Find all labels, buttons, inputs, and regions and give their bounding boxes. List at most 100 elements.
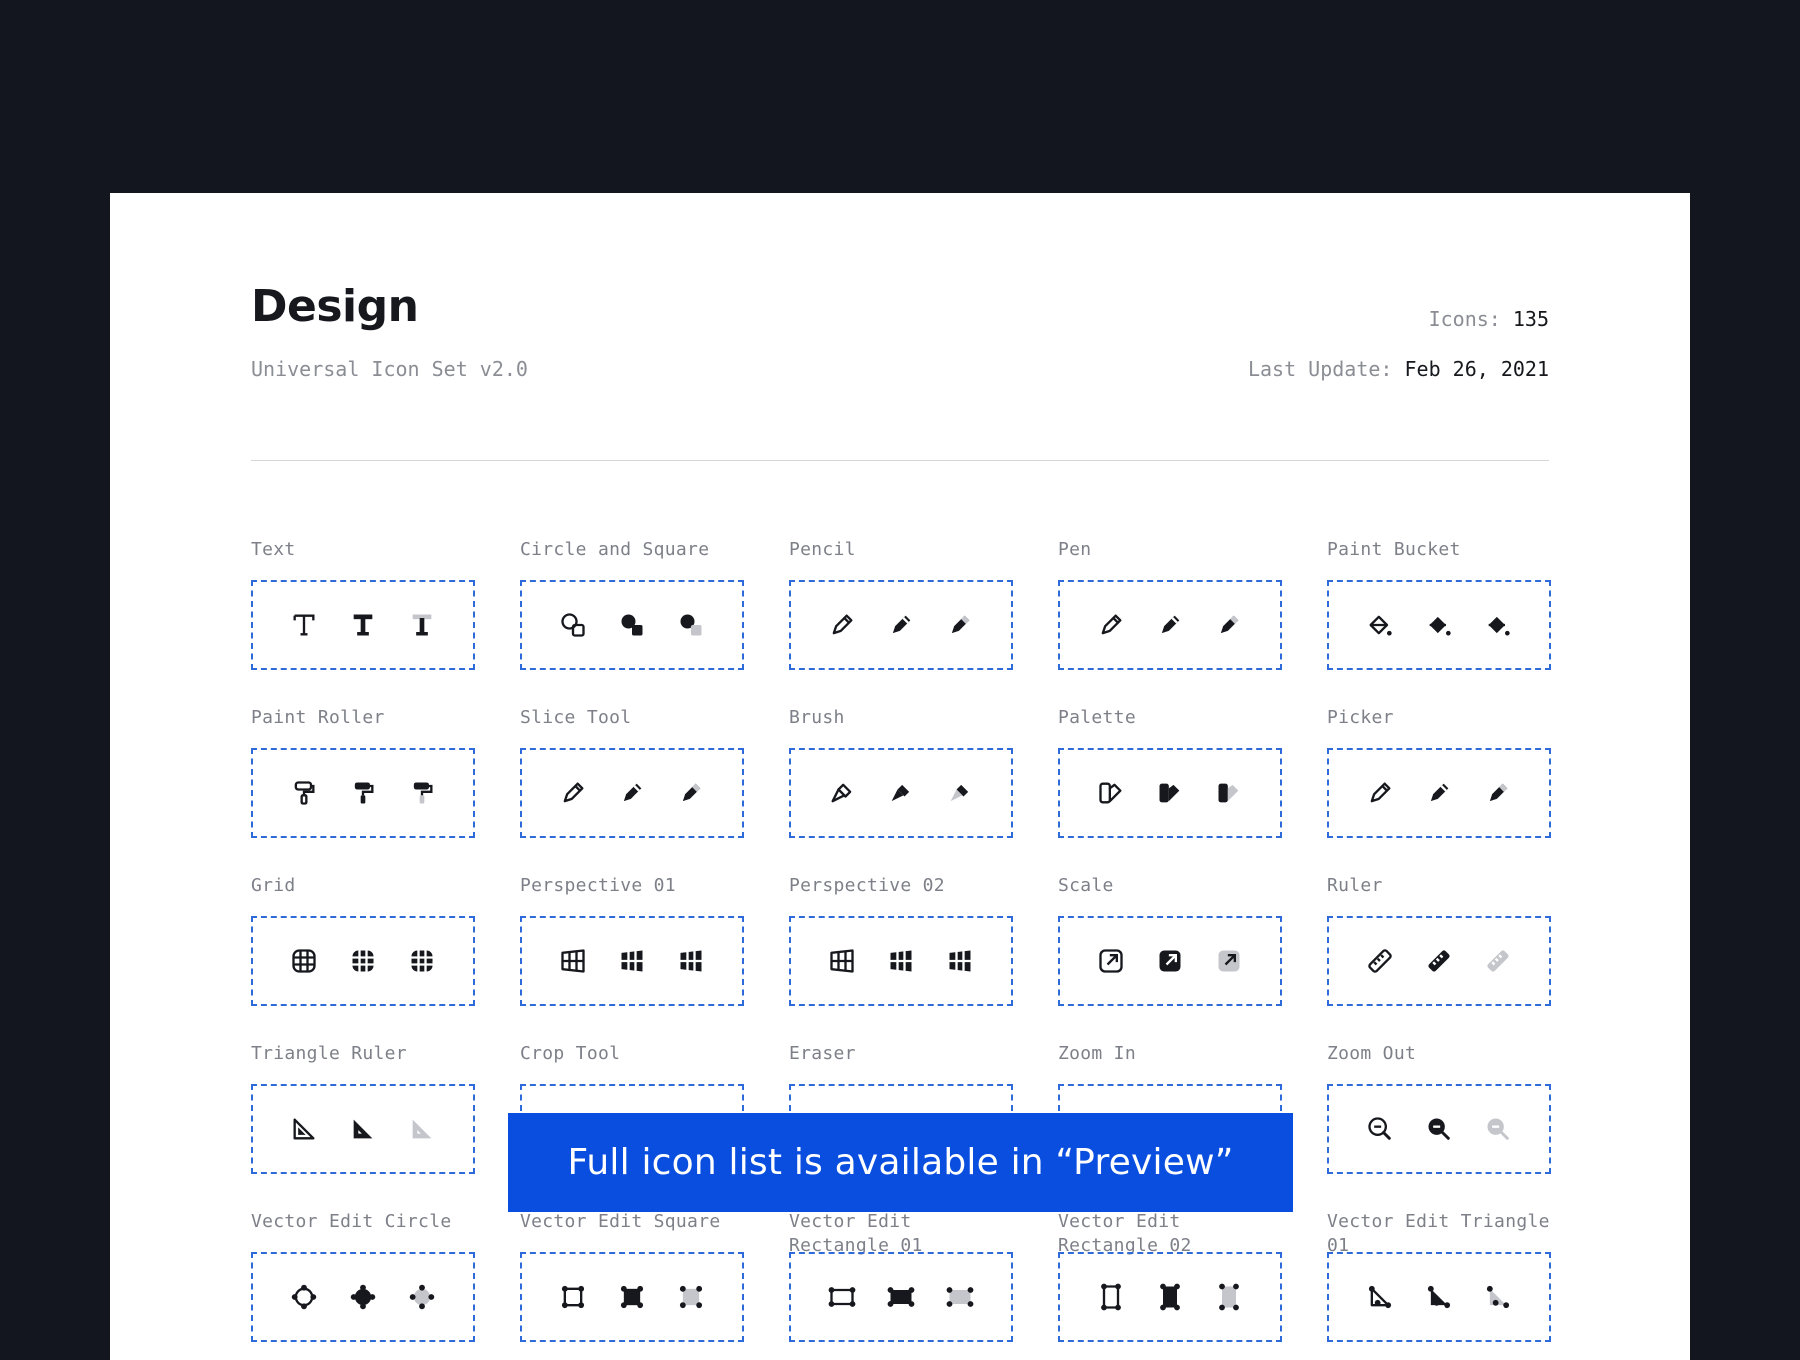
icon-set-label: Ruler — [1327, 875, 1383, 896]
circle-and-square-icon[interactable] — [677, 611, 705, 639]
icon-set-card: Brush — [789, 706, 1013, 874]
icon-variants-box — [520, 580, 744, 670]
pen-icon[interactable] — [1097, 611, 1125, 639]
perspective-01-icon[interactable] — [677, 947, 705, 975]
page-subtitle: Universal Icon Set v2.0 — [251, 357, 528, 381]
icon-set-label: Paint Roller — [251, 707, 385, 728]
pen-icon[interactable] — [1156, 611, 1184, 639]
brush-icon[interactable] — [887, 779, 915, 807]
vector-edit-triangle-01-icon[interactable] — [1366, 1283, 1394, 1311]
vector-edit-circle-icon[interactable] — [349, 1283, 377, 1311]
zoom-out-icon[interactable] — [1425, 1115, 1453, 1143]
zoom-out-icon[interactable] — [1366, 1115, 1394, 1143]
vector-edit-circle-icon[interactable] — [408, 1283, 436, 1311]
brush-icon[interactable] — [828, 779, 856, 807]
icon-variants-box — [1058, 580, 1282, 670]
pencil-icon[interactable] — [946, 611, 974, 639]
icon-set-label: Paint Bucket — [1327, 539, 1461, 560]
perspective-01-icon[interactable] — [618, 947, 646, 975]
perspective-02-icon[interactable] — [828, 947, 856, 975]
triangle-ruler-icon[interactable] — [408, 1115, 436, 1143]
scale-icon[interactable] — [1156, 947, 1184, 975]
icon-set-label: Zoom In — [1058, 1043, 1136, 1064]
scale-icon[interactable] — [1215, 947, 1243, 975]
vector-edit-triangle-01-icon[interactable] — [1484, 1283, 1512, 1311]
picker-icon[interactable] — [1425, 779, 1453, 807]
paint-bucket-icon[interactable] — [1425, 611, 1453, 639]
page-title: Design — [251, 281, 419, 332]
text-icon[interactable] — [290, 611, 318, 639]
icon-set-card: Pencil — [789, 538, 1013, 706]
pencil-icon[interactable] — [828, 611, 856, 639]
perspective-01-icon[interactable] — [559, 947, 587, 975]
paint-roller-icon[interactable] — [290, 779, 318, 807]
vector-edit-square-icon[interactable] — [677, 1283, 705, 1311]
vector-edit-rectangle-01-icon[interactable] — [946, 1283, 974, 1311]
last-update-label: Last Update: — [1247, 357, 1393, 381]
pencil-icon[interactable] — [887, 611, 915, 639]
ruler-icon[interactable] — [1484, 947, 1512, 975]
icon-set-label: Scale — [1058, 875, 1114, 896]
palette-icon[interactable] — [1215, 779, 1243, 807]
picker-icon[interactable] — [1484, 779, 1512, 807]
perspective-02-icon[interactable] — [887, 947, 915, 975]
icon-variants-box — [251, 1252, 475, 1342]
vector-edit-rectangle-02-icon[interactable] — [1215, 1283, 1243, 1311]
icon-set-card: Scale — [1058, 874, 1282, 1042]
icon-set-label: Picker — [1327, 707, 1394, 728]
slice-tool-icon[interactable] — [559, 779, 587, 807]
icon-set-card: Ruler — [1327, 874, 1551, 1042]
pen-icon[interactable] — [1215, 611, 1243, 639]
vector-edit-rectangle-02-icon[interactable] — [1097, 1283, 1125, 1311]
last-update: Last Update: Feb 26, 2021 — [1248, 357, 1549, 381]
icon-set-label: Brush — [789, 707, 845, 728]
icon-set-label: Grid — [251, 875, 296, 896]
icon-set-label: Text — [251, 539, 296, 560]
palette-icon[interactable] — [1156, 779, 1184, 807]
palette-icon[interactable] — [1097, 779, 1125, 807]
vector-edit-triangle-01-icon[interactable] — [1425, 1283, 1453, 1311]
paint-roller-icon[interactable] — [349, 779, 377, 807]
vector-edit-rectangle-01-icon[interactable] — [828, 1283, 856, 1311]
slice-tool-icon[interactable] — [618, 779, 646, 807]
grid-icon[interactable] — [290, 947, 318, 975]
paint-bucket-icon[interactable] — [1484, 611, 1512, 639]
ruler-icon[interactable] — [1366, 947, 1394, 975]
text-icon[interactable] — [349, 611, 377, 639]
preview-banner[interactable]: Full icon list is available in “Preview” — [508, 1113, 1293, 1212]
icon-set-label: Eraser — [789, 1043, 856, 1064]
paint-roller-icon[interactable] — [408, 779, 436, 807]
paint-bucket-icon[interactable] — [1366, 611, 1394, 639]
scale-icon[interactable] — [1097, 947, 1125, 975]
vector-edit-rectangle-01-icon[interactable] — [887, 1283, 915, 1311]
icon-set-card: Vector Edit Circle — [251, 1210, 475, 1360]
vector-edit-circle-icon[interactable] — [290, 1283, 318, 1311]
brush-icon[interactable] — [946, 779, 974, 807]
icon-set-card: Triangle Ruler — [251, 1042, 475, 1210]
perspective-02-icon[interactable] — [946, 947, 974, 975]
slice-tool-icon[interactable] — [677, 779, 705, 807]
text-icon[interactable] — [408, 611, 436, 639]
circle-and-square-icon[interactable] — [618, 611, 646, 639]
icons-count-value: 135 — [1512, 307, 1549, 331]
picker-icon[interactable] — [1366, 779, 1394, 807]
icon-set-card: Picker — [1327, 706, 1551, 874]
icon-set-label: Vector Edit Rectangle 01 — [789, 1211, 923, 1256]
icon-set-label: Crop Tool — [520, 1043, 621, 1064]
vector-edit-square-icon[interactable] — [618, 1283, 646, 1311]
ruler-icon[interactable] — [1425, 947, 1453, 975]
vector-edit-square-icon[interactable] — [559, 1283, 587, 1311]
icon-variants-box — [251, 580, 475, 670]
zoom-out-icon[interactable] — [1484, 1115, 1512, 1143]
circle-and-square-icon[interactable] — [559, 611, 587, 639]
icon-set-card: Vector Edit Rectangle 02 — [1058, 1210, 1282, 1360]
icon-variants-box — [251, 1084, 475, 1174]
icon-set-card: Perspective 01 — [520, 874, 744, 1042]
icon-variants-box — [1327, 580, 1551, 670]
triangle-ruler-icon[interactable] — [349, 1115, 377, 1143]
grid-icon[interactable] — [349, 947, 377, 975]
icon-variants-box — [1327, 1252, 1551, 1342]
vector-edit-rectangle-02-icon[interactable] — [1156, 1283, 1184, 1311]
grid-icon[interactable] — [408, 947, 436, 975]
triangle-ruler-icon[interactable] — [290, 1115, 318, 1143]
